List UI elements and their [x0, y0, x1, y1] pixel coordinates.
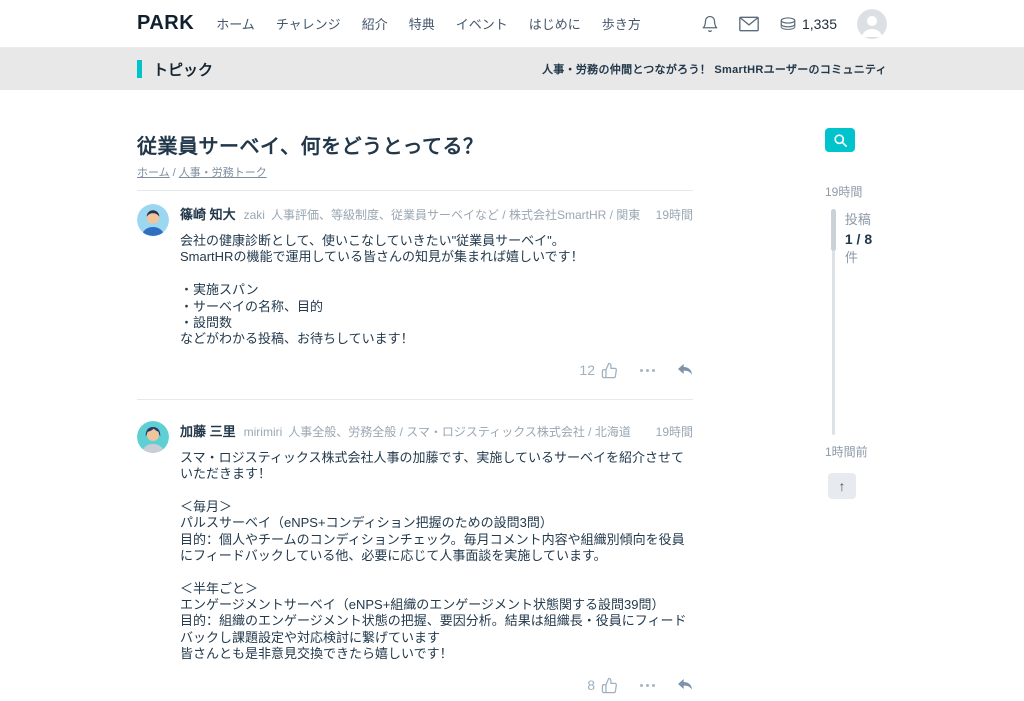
post-author-handle: zaki [243, 208, 265, 222]
like-button[interactable]: 8 [587, 677, 618, 694]
post-author-handle: mirimiri [243, 424, 283, 439]
thumbs-up-icon [601, 362, 618, 379]
timeline-scrubber[interactable] [831, 209, 836, 251]
points-value: 1,335 [801, 15, 837, 32]
post-timestamp: 19時間 [655, 208, 693, 222]
timeline-end-time: 1時間前 [825, 445, 868, 459]
top-navigation-bar: PARK ホーム チャレンジ 紹介 特典 イベント はじめに 歩き方 1,335 [0, 0, 1024, 48]
post-author-name[interactable]: 加藤 三里 [180, 421, 236, 440]
thumbs-up-icon [601, 677, 618, 694]
nav-item-guide[interactable]: 歩き方 [602, 14, 641, 33]
post-count-value: 1 / 8 件 [844, 231, 873, 265]
search-icon [833, 133, 848, 148]
post-item: 加藤 三里 mirimiri 人事全般、労務全般 / スマ・ロジスティックス株式… [137, 398, 693, 701]
nav-item-getting-started[interactable]: はじめに [529, 14, 581, 33]
post-author-name[interactable]: 篠崎 知大 [180, 204, 236, 223]
timeline-start-time: 19時間 [825, 185, 863, 199]
reply-icon[interactable] [677, 363, 693, 377]
post-body: 会社の健康診断として、使いこなしていきたい"従業員サーベイ"。 SmartHRの… [180, 233, 584, 347]
post-author-meta: 人事全般、労務全般 / スマ・ロジスティックス株式会社 / 北海道 [288, 424, 631, 439]
post-body: スマ・ロジスティックス株式会社人事の加藤です、実施しているサーベイを紹介させてい… [180, 449, 687, 662]
search-button[interactable] [825, 128, 855, 152]
scroll-to-top-button[interactable]: ↑ [828, 473, 856, 499]
page-title: 従業員サーベイ、何をどうとってる？ [137, 136, 484, 158]
community-tagline: 人事・労務の仲間とつながろう！ SmartHRユーザーのコミュニティ [541, 64, 887, 76]
main-nav: ホーム チャレンジ 紹介 特典 イベント はじめに 歩き方 [216, 14, 641, 33]
breadcrumb-home-link[interactable]: ホーム [137, 167, 170, 179]
breadcrumb: ホーム / 人事・労務トーク [137, 164, 693, 191]
like-count: 8 [587, 677, 595, 693]
post-count-label: 投稿 [844, 212, 871, 227]
user-avatar[interactable] [857, 8, 887, 39]
topic-content: 従業員サーベイ、何をどうとってる？ ホーム / 人事・労務トーク 篠崎 知大 zak… [137, 90, 693, 701]
timeline-track[interactable] [831, 209, 836, 435]
breadcrumb-separator: / [172, 167, 176, 179]
timeline: 投稿 1 / 8 件 [825, 209, 887, 435]
nav-item-intro[interactable]: 紹介 [362, 14, 388, 33]
coins-icon [779, 16, 797, 31]
topic-subheader: トピック 人事・労務の仲間とつながろう！ SmartHRユーザーのコミュニティ [0, 48, 1024, 90]
more-options-icon[interactable] [640, 683, 655, 687]
points-counter[interactable]: 1,335 [779, 16, 837, 32]
like-button[interactable]: 12 [579, 362, 618, 379]
arrow-up-icon: ↑ [838, 478, 846, 494]
nav-item-challenge[interactable]: チャレンジ [276, 14, 341, 33]
like-count: 12 [579, 362, 595, 379]
post-author-avatar[interactable] [137, 420, 169, 453]
park-logo[interactable]: PARK [137, 12, 194, 35]
reply-icon[interactable] [677, 678, 693, 692]
post-count-unit: 件 [844, 250, 858, 265]
post-author-meta: 人事評価、等級制度、従業員サーベイなど / 株式会社SmartHR / 関東 [270, 208, 641, 222]
section-title: トピック [153, 61, 214, 79]
more-options-icon[interactable] [640, 368, 655, 372]
bell-icon[interactable] [701, 15, 719, 33]
mail-icon[interactable] [739, 16, 759, 32]
right-rail: 19時間 投稿 1 / 8 件 1時間前 ↑ [825, 90, 887, 499]
breadcrumb-category-link[interactable]: 人事・労務トーク [179, 167, 267, 179]
accent-bar [137, 60, 142, 78]
post-item: 篠崎 知大 zaki 人事評価、等級制度、従業員サーベイなど / 株式会社Sma… [137, 191, 693, 399]
nav-item-events[interactable]: イベント [456, 14, 508, 33]
nav-item-benefits[interactable]: 特典 [409, 14, 435, 33]
nav-item-home[interactable]: ホーム [216, 14, 255, 33]
post-timestamp: 19時間 [655, 424, 693, 439]
post-author-avatar[interactable] [137, 204, 169, 236]
